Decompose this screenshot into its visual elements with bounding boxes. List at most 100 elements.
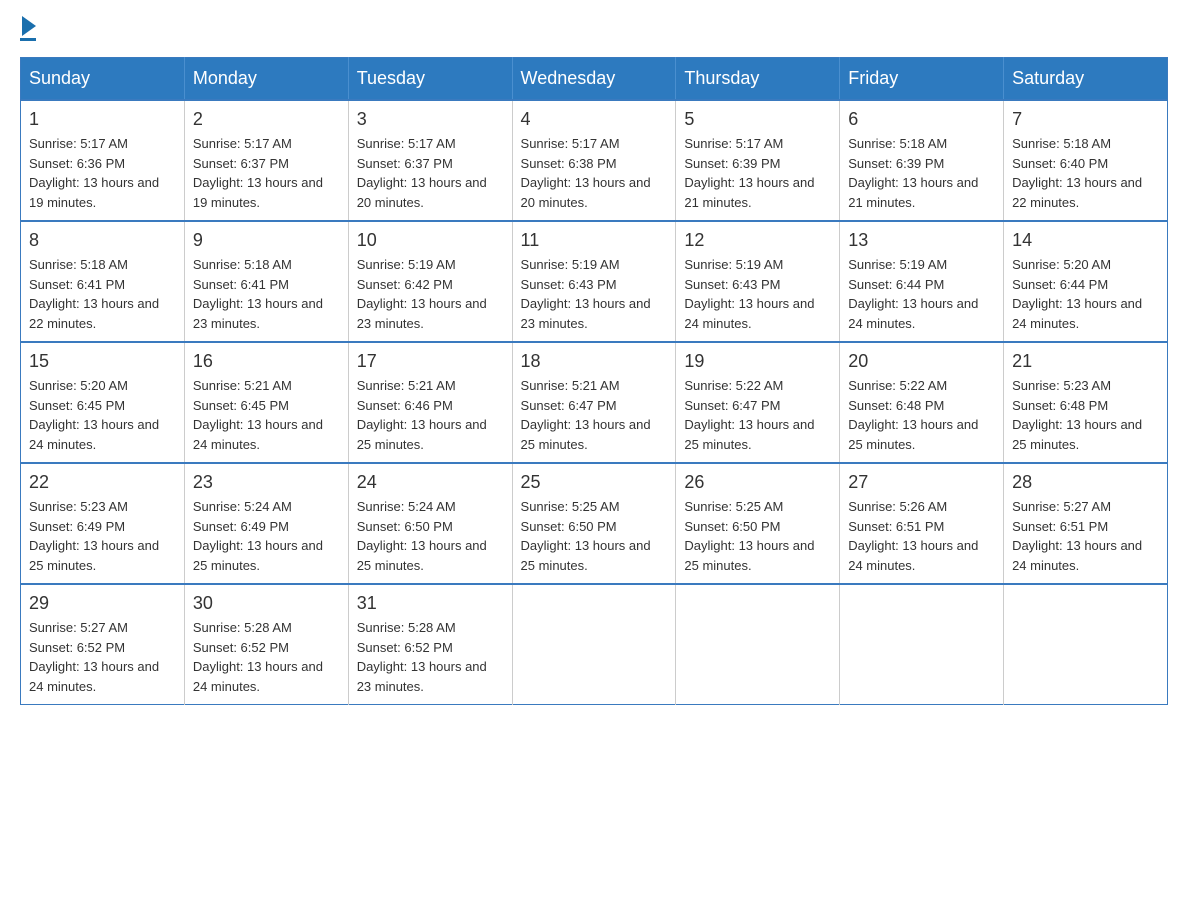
calendar-cell: 9 Sunrise: 5:18 AM Sunset: 6:41 PM Dayli… [184, 221, 348, 342]
calendar-cell: 29 Sunrise: 5:27 AM Sunset: 6:52 PM Dayl… [21, 584, 185, 705]
day-info: Sunrise: 5:26 AM Sunset: 6:51 PM Dayligh… [848, 497, 995, 575]
day-info: Sunrise: 5:25 AM Sunset: 6:50 PM Dayligh… [521, 497, 668, 575]
calendar-cell [512, 584, 676, 705]
day-number: 15 [29, 351, 176, 372]
calendar-cell: 26 Sunrise: 5:25 AM Sunset: 6:50 PM Dayl… [676, 463, 840, 584]
day-info: Sunrise: 5:18 AM Sunset: 6:39 PM Dayligh… [848, 134, 995, 212]
day-info: Sunrise: 5:22 AM Sunset: 6:48 PM Dayligh… [848, 376, 995, 454]
day-info: Sunrise: 5:17 AM Sunset: 6:37 PM Dayligh… [193, 134, 340, 212]
day-info: Sunrise: 5:19 AM Sunset: 6:43 PM Dayligh… [684, 255, 831, 333]
day-info: Sunrise: 5:24 AM Sunset: 6:50 PM Dayligh… [357, 497, 504, 575]
weekday-header-wednesday: Wednesday [512, 58, 676, 101]
calendar-cell: 21 Sunrise: 5:23 AM Sunset: 6:48 PM Dayl… [1004, 342, 1168, 463]
calendar-cell: 31 Sunrise: 5:28 AM Sunset: 6:52 PM Dayl… [348, 584, 512, 705]
day-number: 14 [1012, 230, 1159, 251]
weekday-header-sunday: Sunday [21, 58, 185, 101]
weekday-header-tuesday: Tuesday [348, 58, 512, 101]
calendar-week-row: 1 Sunrise: 5:17 AM Sunset: 6:36 PM Dayli… [21, 100, 1168, 221]
day-number: 26 [684, 472, 831, 493]
logo-arrow-icon [22, 16, 36, 36]
day-info: Sunrise: 5:21 AM Sunset: 6:45 PM Dayligh… [193, 376, 340, 454]
logo [20, 20, 36, 41]
calendar-cell: 3 Sunrise: 5:17 AM Sunset: 6:37 PM Dayli… [348, 100, 512, 221]
weekday-header-thursday: Thursday [676, 58, 840, 101]
calendar-cell: 7 Sunrise: 5:18 AM Sunset: 6:40 PM Dayli… [1004, 100, 1168, 221]
day-info: Sunrise: 5:18 AM Sunset: 6:40 PM Dayligh… [1012, 134, 1159, 212]
day-info: Sunrise: 5:18 AM Sunset: 6:41 PM Dayligh… [29, 255, 176, 333]
calendar-cell: 2 Sunrise: 5:17 AM Sunset: 6:37 PM Dayli… [184, 100, 348, 221]
calendar-cell: 19 Sunrise: 5:22 AM Sunset: 6:47 PM Dayl… [676, 342, 840, 463]
day-number: 2 [193, 109, 340, 130]
day-number: 21 [1012, 351, 1159, 372]
day-number: 4 [521, 109, 668, 130]
weekday-header-monday: Monday [184, 58, 348, 101]
day-number: 23 [193, 472, 340, 493]
day-info: Sunrise: 5:17 AM Sunset: 6:39 PM Dayligh… [684, 134, 831, 212]
page-header [20, 20, 1168, 41]
day-number: 7 [1012, 109, 1159, 130]
calendar-cell [1004, 584, 1168, 705]
calendar-cell: 10 Sunrise: 5:19 AM Sunset: 6:42 PM Dayl… [348, 221, 512, 342]
day-info: Sunrise: 5:23 AM Sunset: 6:48 PM Dayligh… [1012, 376, 1159, 454]
day-number: 24 [357, 472, 504, 493]
logo-underline [20, 38, 36, 41]
day-info: Sunrise: 5:19 AM Sunset: 6:44 PM Dayligh… [848, 255, 995, 333]
day-number: 17 [357, 351, 504, 372]
day-number: 29 [29, 593, 176, 614]
calendar-cell: 12 Sunrise: 5:19 AM Sunset: 6:43 PM Dayl… [676, 221, 840, 342]
calendar-header-row: SundayMondayTuesdayWednesdayThursdayFrid… [21, 58, 1168, 101]
calendar-week-row: 22 Sunrise: 5:23 AM Sunset: 6:49 PM Dayl… [21, 463, 1168, 584]
day-info: Sunrise: 5:21 AM Sunset: 6:47 PM Dayligh… [521, 376, 668, 454]
day-number: 6 [848, 109, 995, 130]
calendar-cell: 5 Sunrise: 5:17 AM Sunset: 6:39 PM Dayli… [676, 100, 840, 221]
logo-text [20, 20, 36, 36]
day-info: Sunrise: 5:28 AM Sunset: 6:52 PM Dayligh… [357, 618, 504, 696]
day-number: 25 [521, 472, 668, 493]
weekday-header-friday: Friday [840, 58, 1004, 101]
day-number: 3 [357, 109, 504, 130]
day-info: Sunrise: 5:17 AM Sunset: 6:37 PM Dayligh… [357, 134, 504, 212]
calendar-cell: 24 Sunrise: 5:24 AM Sunset: 6:50 PM Dayl… [348, 463, 512, 584]
calendar-cell: 18 Sunrise: 5:21 AM Sunset: 6:47 PM Dayl… [512, 342, 676, 463]
calendar-table: SundayMondayTuesdayWednesdayThursdayFrid… [20, 57, 1168, 705]
day-number: 10 [357, 230, 504, 251]
calendar-cell [676, 584, 840, 705]
day-number: 18 [521, 351, 668, 372]
day-info: Sunrise: 5:17 AM Sunset: 6:36 PM Dayligh… [29, 134, 176, 212]
calendar-cell: 20 Sunrise: 5:22 AM Sunset: 6:48 PM Dayl… [840, 342, 1004, 463]
calendar-cell: 13 Sunrise: 5:19 AM Sunset: 6:44 PM Dayl… [840, 221, 1004, 342]
day-info: Sunrise: 5:25 AM Sunset: 6:50 PM Dayligh… [684, 497, 831, 575]
calendar-cell: 27 Sunrise: 5:26 AM Sunset: 6:51 PM Dayl… [840, 463, 1004, 584]
calendar-cell: 14 Sunrise: 5:20 AM Sunset: 6:44 PM Dayl… [1004, 221, 1168, 342]
weekday-header-saturday: Saturday [1004, 58, 1168, 101]
calendar-cell: 28 Sunrise: 5:27 AM Sunset: 6:51 PM Dayl… [1004, 463, 1168, 584]
calendar-cell: 15 Sunrise: 5:20 AM Sunset: 6:45 PM Dayl… [21, 342, 185, 463]
day-number: 8 [29, 230, 176, 251]
day-info: Sunrise: 5:28 AM Sunset: 6:52 PM Dayligh… [193, 618, 340, 696]
day-info: Sunrise: 5:27 AM Sunset: 6:51 PM Dayligh… [1012, 497, 1159, 575]
calendar-cell: 1 Sunrise: 5:17 AM Sunset: 6:36 PM Dayli… [21, 100, 185, 221]
calendar-week-row: 8 Sunrise: 5:18 AM Sunset: 6:41 PM Dayli… [21, 221, 1168, 342]
calendar-cell: 11 Sunrise: 5:19 AM Sunset: 6:43 PM Dayl… [512, 221, 676, 342]
day-number: 22 [29, 472, 176, 493]
calendar-cell [840, 584, 1004, 705]
day-info: Sunrise: 5:18 AM Sunset: 6:41 PM Dayligh… [193, 255, 340, 333]
day-info: Sunrise: 5:20 AM Sunset: 6:45 PM Dayligh… [29, 376, 176, 454]
calendar-cell: 25 Sunrise: 5:25 AM Sunset: 6:50 PM Dayl… [512, 463, 676, 584]
day-info: Sunrise: 5:22 AM Sunset: 6:47 PM Dayligh… [684, 376, 831, 454]
calendar-cell: 4 Sunrise: 5:17 AM Sunset: 6:38 PM Dayli… [512, 100, 676, 221]
day-number: 19 [684, 351, 831, 372]
calendar-cell: 23 Sunrise: 5:24 AM Sunset: 6:49 PM Dayl… [184, 463, 348, 584]
day-info: Sunrise: 5:21 AM Sunset: 6:46 PM Dayligh… [357, 376, 504, 454]
day-number: 31 [357, 593, 504, 614]
day-number: 13 [848, 230, 995, 251]
logo-blue-part [20, 20, 36, 36]
day-number: 30 [193, 593, 340, 614]
day-number: 20 [848, 351, 995, 372]
day-number: 9 [193, 230, 340, 251]
calendar-cell: 22 Sunrise: 5:23 AM Sunset: 6:49 PM Dayl… [21, 463, 185, 584]
day-number: 16 [193, 351, 340, 372]
day-info: Sunrise: 5:17 AM Sunset: 6:38 PM Dayligh… [521, 134, 668, 212]
day-info: Sunrise: 5:23 AM Sunset: 6:49 PM Dayligh… [29, 497, 176, 575]
calendar-cell: 17 Sunrise: 5:21 AM Sunset: 6:46 PM Dayl… [348, 342, 512, 463]
